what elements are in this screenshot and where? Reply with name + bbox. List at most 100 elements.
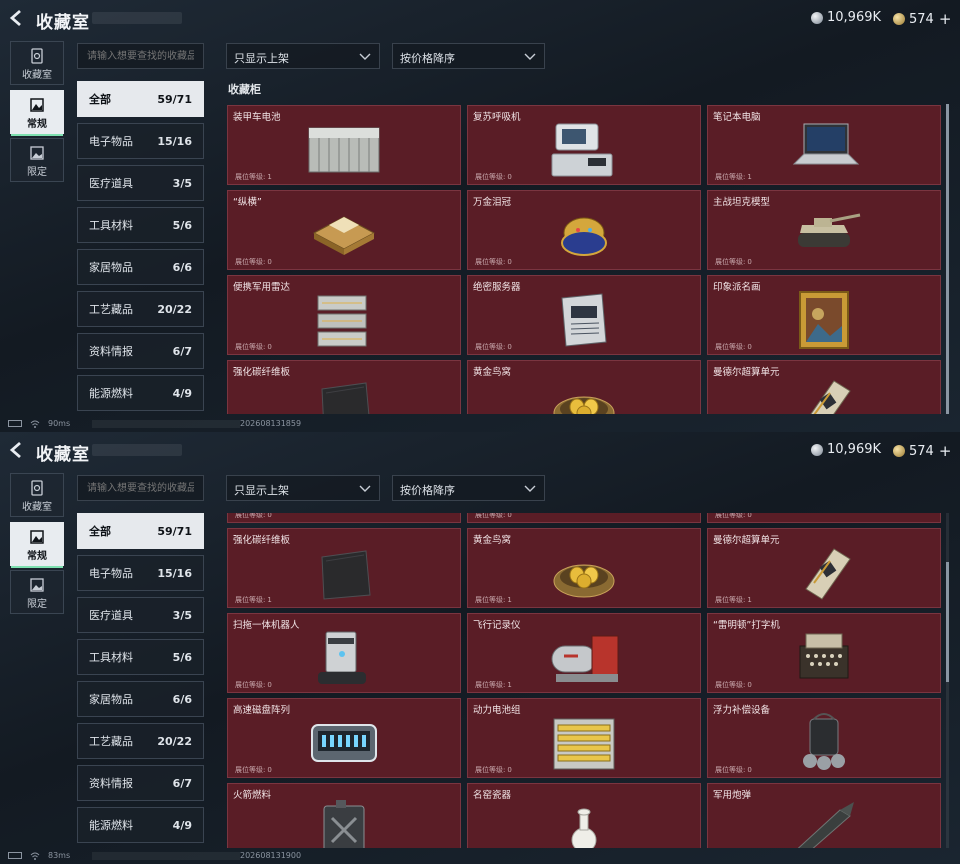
category-label: 电子物品 [89,135,133,148]
wifi-icon [30,419,40,429]
booth-level: 展位等级: 0 [715,513,752,519]
typewriter-icon [799,633,849,679]
category-count: 59/71 [157,524,192,538]
sort-dropdown[interactable]: 按价格降序 [392,475,545,501]
laptop-icon [792,123,860,165]
listing-filter-dropdown[interactable]: 只显示上架 [226,475,380,501]
search-input[interactable] [77,475,204,501]
collection-card[interactable]: 绝密服务器 展位等级: 0 [467,275,701,355]
sidebar-tab-1[interactable]: 常规 [10,90,64,136]
booth-level: 展位等级: 0 [715,681,752,689]
collection-card[interactable]: 笔记本电脑 展位等级: 1 [707,105,941,185]
category-3[interactable]: 工具材料 5/6 [77,639,204,675]
item-name: 印象派名画 [713,282,761,293]
collection-card[interactable]: “纵横” 展位等级: 0 [227,190,461,270]
collection-card[interactable]: 火箭燃料 [227,783,461,848]
category-6[interactable]: 资料情报 6/7 [77,765,204,801]
chevron-down-icon [524,485,536,492]
sidebar-tab-label: 限定 [27,167,47,178]
booth-level: 展位等级: 1 [715,596,752,604]
gold-currency[interactable]: 574 + [893,442,951,460]
collection-card[interactable]: 黄金鸟窝 [467,360,701,414]
item-name: 黄金鸟窝 [473,535,512,546]
collection-card[interactable]: 装甲车电池 展位等级: 1 [227,105,461,185]
category-label: 资料情报 [89,777,133,790]
item-name: 便携军用雷达 [233,282,291,293]
category-7[interactable]: 能源燃料 4/9 [77,807,204,843]
collection-card[interactable]: 复苏呼吸机 展位等级: 0 [467,105,701,185]
collection-card[interactable]: 展位等级: 0 [227,513,461,523]
booth-level: 展位等级: 0 [235,258,272,266]
collection-card[interactable]: 动力电池组 展位等级: 0 [467,698,701,778]
collection-card[interactable]: 飞行记录仪 展位等级: 1 [467,613,701,693]
category-count: 59/71 [157,92,192,106]
ping-text: 90ms [48,419,71,428]
sidebar-tab-1[interactable]: 常规 [10,522,64,568]
category-label: 医疗道具 [89,177,133,190]
category-7[interactable]: 能源燃料 4/9 [77,375,204,411]
sidebar-tab-2[interactable]: 限定 [10,570,64,614]
category-2[interactable]: 医疗道具 3/5 [77,597,204,633]
robot-vacuum-icon [318,631,366,684]
collection-card[interactable]: 强化碳纤维板 展位等级: 1 [227,528,461,608]
category-count: 15/16 [157,566,192,580]
collection-card[interactable]: 黄金鸟窝 展位等级: 1 [467,528,701,608]
gold-coin-icon [893,13,905,25]
booth-level: 展位等级: 1 [235,173,272,181]
collection-card[interactable]: 便携军用雷达 展位等级: 0 [227,275,461,355]
collection-card[interactable]: 军用炮弹 [707,783,941,848]
gold-currency[interactable]: 574 + [893,10,951,28]
collection-card[interactable]: 曼德尔超算单元 [707,360,941,414]
chessboard-icon [312,216,376,255]
collection-card[interactable]: “雷明顿”打字机 展位等级: 0 [707,613,941,693]
collection-card[interactable]: 主战坦克模型 展位等级: 0 [707,190,941,270]
booth-level: 展位等级: 0 [475,343,512,351]
category-1[interactable]: 电子物品 15/16 [77,555,204,591]
collection-card[interactable]: 名窑瓷器 [467,783,701,848]
sort-dropdown[interactable]: 按价格降序 [392,43,545,69]
sidebar-tab-0[interactable]: 收藏室 [10,41,64,85]
sidebar-tab-2[interactable]: 限定 [10,138,64,182]
category-1[interactable]: 电子物品 15/16 [77,123,204,159]
category-0[interactable]: 全部 59/71 [77,513,204,549]
item-name: 扫拖一体机器人 [233,620,300,631]
collection-card[interactable]: 印象派名画 展位等级: 0 [707,275,941,355]
category-5[interactable]: 工艺藏品 20/22 [77,723,204,759]
category-3[interactable]: 工具材料 5/6 [77,207,204,243]
category-label: 医疗道具 [89,609,133,622]
collection-card[interactable]: 万金泪冠 展位等级: 0 [467,190,701,270]
back-arrow-icon[interactable] [8,9,26,27]
category-4[interactable]: 家居物品 6/6 [77,681,204,717]
category-2[interactable]: 医疗道具 3/5 [77,165,204,201]
collection-card[interactable]: 高速磁盘阵列 展位等级: 0 [227,698,461,778]
collection-card[interactable]: 扫拖一体机器人 展位等级: 0 [227,613,461,693]
listing-filter-dropdown[interactable]: 只显示上架 [226,43,380,69]
page-title: 收藏室 [36,13,90,33]
collection-card[interactable]: 展位等级: 0 [467,513,701,523]
carbon-plate-icon [321,550,371,600]
back-arrow-icon[interactable] [8,441,26,459]
item-name: 名窑瓷器 [473,790,512,801]
booth-level: 展位等级: 0 [715,343,752,351]
category-6[interactable]: 资料情报 6/7 [77,333,204,369]
frame-icon [30,98,44,112]
booth-level: 展位等级: 0 [715,766,752,774]
collection-card[interactable]: 展位等级: 0 [707,513,941,523]
scrollbar-thumb[interactable] [946,104,949,414]
category-5[interactable]: 工艺藏品 20/22 [77,291,204,327]
flight-recorder-icon [551,635,619,682]
category-4[interactable]: 家居物品 6/6 [77,249,204,285]
add-currency-icon[interactable]: + [939,442,952,460]
category-count: 5/6 [172,650,192,664]
item-name: 强化碳纤维板 [233,367,291,378]
search-input[interactable] [77,43,204,69]
category-0[interactable]: 全部 59/71 [77,81,204,117]
scrollbar-thumb[interactable] [946,562,949,682]
sidebar-tab-0[interactable]: 收藏室 [10,473,64,517]
collection-card[interactable]: 曼德尔超算单元 展位等级: 1 [707,528,941,608]
status-bar: 83ms 202608131900 [0,848,960,864]
collection-card[interactable]: 强化碳纤维板 [227,360,461,414]
collection-card[interactable]: 浮力补偿设备 展位等级: 0 [707,698,941,778]
add-currency-icon[interactable]: + [939,10,952,28]
sidebar-tab-label: 收藏室 [22,70,52,81]
